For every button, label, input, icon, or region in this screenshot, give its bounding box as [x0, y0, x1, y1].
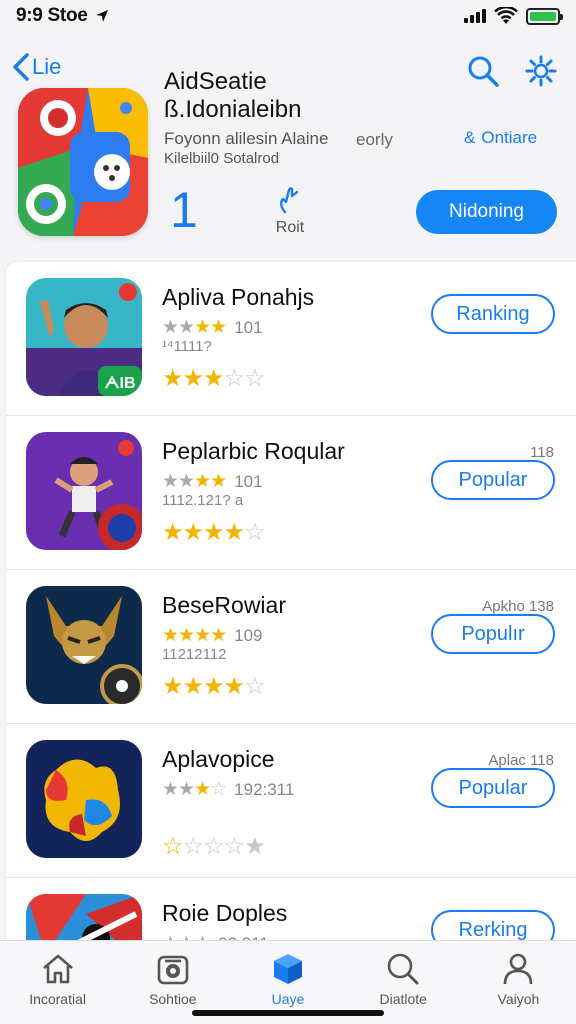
status-bar: 9:9 Stoe [0, 0, 576, 32]
small-rating: ★★★★ 101 [162, 471, 263, 492]
small-stars-icon: ★★★☆ [162, 779, 227, 800]
ampersand-icon: & [464, 128, 476, 147]
roll-control[interactable]: Roit [266, 186, 314, 237]
back-button[interactable]: Lie [10, 52, 61, 82]
tab-label: Uaye [271, 991, 305, 1007]
small-rating: ★★★★ 109 [162, 625, 263, 646]
signal-icon [464, 9, 486, 23]
home-indicator [192, 1010, 384, 1016]
ranking-button[interactable]: Ranking [431, 294, 555, 334]
app-thumbnail [26, 432, 142, 550]
app-subtitle-2: Kilelbiil0 Sotalrod [164, 150, 280, 167]
star-rating-icon: ☆☆☆☆★ [162, 833, 266, 860]
app-meta: 118 [530, 444, 554, 461]
cube-icon [274, 954, 302, 984]
app-list: ᗅIB Apliva Ponahjs ★★★★ 101 ¹⁴1111? ★★★☆… [6, 262, 576, 942]
app-thumbnail [26, 894, 142, 942]
app-name: Aplavopice [162, 746, 275, 772]
subtitle-right: eorly [356, 130, 393, 149]
star-rating-icon: ★★★★☆ [162, 673, 266, 700]
app-title: AidSeatie ß.Idonialeibn [164, 68, 302, 123]
gear-icon[interactable] [524, 54, 558, 88]
wifi-icon [494, 7, 518, 24]
camera-icon [157, 955, 189, 985]
app-subinfo: 11212112 [162, 646, 227, 663]
list-item[interactable]: Aplavopice ★★★☆ 192:311 ☆☆☆☆★ Aplac 118 … [6, 724, 576, 878]
svg-text:ᗅIB: ᗅIB [104, 375, 135, 392]
app-subtitle: Foyonn alilesin Alaine [164, 129, 329, 148]
list-item[interactable]: Roie Doples ★★★ 92 311 Rerking [6, 878, 576, 942]
search-icon [387, 953, 419, 985]
list-item[interactable]: ᗅIB Apliva Ponahjs ★★★★ 101 ¹⁴1111? ★★★☆… [6, 262, 576, 416]
popular-button[interactable]: Popular [431, 460, 555, 500]
list-item[interactable]: Peplarbic Roqular ★★★★ 101 1112.121? a ★… [6, 416, 576, 570]
popular-button[interactable]: Popular [431, 768, 555, 808]
tab-label: Sohtioe [149, 991, 197, 1007]
tab-label: Vaiyoh [497, 991, 540, 1007]
popular-button[interactable]: Populır [431, 614, 555, 654]
app-thumbnail: ᗅIB [26, 278, 142, 396]
battery-icon [526, 7, 563, 25]
app-header: Lie AidSeatie ß.Idonialeibn Foyonn alile… [0, 32, 576, 254]
small-stars-icon: ★★★★ [162, 471, 227, 492]
app-meta: Aplac 118 [488, 752, 554, 769]
app-name: Roie Doples [162, 900, 288, 926]
small-stars-icon: ★★★★ [162, 317, 227, 338]
app-name: BeseRowiar [162, 592, 286, 618]
ranking-button[interactable]: Rerking [431, 910, 555, 942]
app-subinfo: ¹⁴1111? [162, 338, 212, 355]
app-name: Peplarbic Roqular [162, 438, 345, 464]
chevron-left-icon [13, 53, 29, 81]
app-thumbnail [26, 740, 142, 858]
star-rating-icon: ★★★★☆ [162, 519, 266, 546]
back-label: Lie [32, 54, 62, 79]
small-rating: ★★★☆ 192:311 [162, 779, 295, 800]
search-icon[interactable] [466, 54, 500, 88]
tab-profile[interactable]: Vaiyoh [461, 941, 576, 1024]
list-item[interactable]: BeseRowiar ★★★★ 109 11212112 ★★★★☆ Apkho… [6, 570, 576, 724]
small-rating: ★★★★ 101 [162, 317, 263, 338]
app-icon[interactable] [18, 88, 148, 236]
home-icon [42, 954, 73, 984]
app-subinfo: 1112.121? a [162, 492, 244, 509]
app-meta: Apkho 138 [482, 598, 554, 615]
tab-label: Incoratial [29, 991, 86, 1007]
tab-label: Diatlote [379, 991, 427, 1007]
status-time: 9:9 Stoe [16, 5, 88, 26]
person-icon [504, 953, 533, 985]
small-stars-icon: ★★★★ [162, 625, 227, 646]
star-rating-icon: ★★★☆☆ [162, 365, 266, 392]
app-thumbnail [26, 586, 142, 704]
other-link[interactable]: & Ontiare [464, 128, 537, 148]
hand-icon [280, 187, 299, 214]
rank-number: 1 [170, 182, 198, 238]
tab-home[interactable]: Incoratial [0, 941, 115, 1024]
app-name: Apliva Ponahjs [162, 284, 315, 310]
primary-action-button[interactable]: Nidoning [416, 190, 557, 234]
location-arrow-icon [95, 10, 108, 22]
